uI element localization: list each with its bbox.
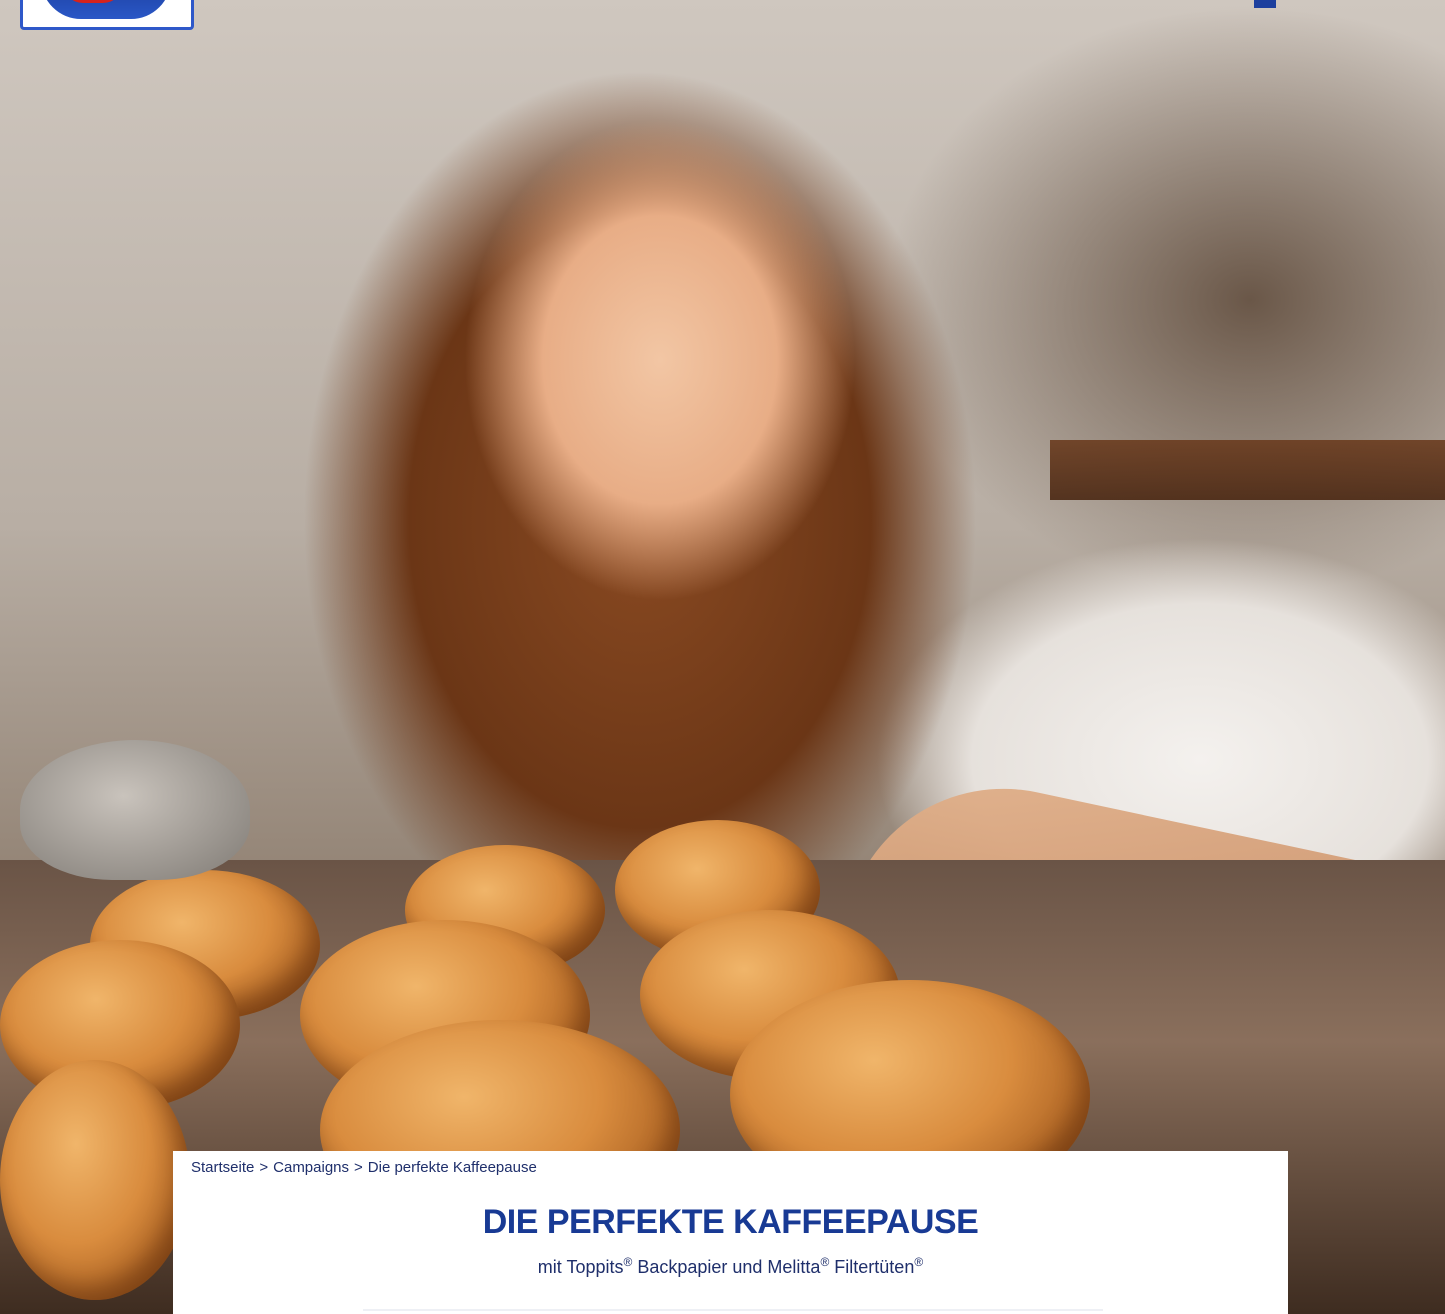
registered-mark: ®: [914, 1255, 924, 1269]
subtitle-middle: Backpapier und Melitta: [632, 1257, 821, 1277]
page: Startseite > Campaigns > Die perfekte Kaffee…: [0, 0, 1445, 1314]
subtitle-prefix: mit Toppits: [537, 1257, 624, 1277]
header-edge-element: [1254, 0, 1276, 8]
croissant: [0, 1060, 190, 1300]
breadcrumb-separator: >: [259, 1159, 269, 1176]
brand-logo[interactable]: [20, 0, 194, 30]
hero-image: [0, 0, 1445, 1314]
logo-mark-icon: [41, 0, 171, 19]
page-title: DIE PERFEKTE KAFFEEPAUSE: [482, 1203, 979, 1241]
breadcrumb-item-campaigns[interactable]: Campaigns: [273, 1159, 349, 1176]
registered-mark: ®: [820, 1255, 830, 1269]
breadcrumb-item-current: Die perfekte Kaffeepause: [367, 1159, 537, 1176]
hero-shelf-detail: [1050, 440, 1445, 500]
content-divider: [363, 1309, 1103, 1311]
subtitle-middle-2: Filtertüten: [829, 1257, 915, 1277]
intro-card: Startseite > Campaigns > Die perfekte Kaffee…: [173, 1151, 1288, 1314]
page-subtitle: mit Toppits® Backpapier und Melitta® Fil…: [173, 1255, 1288, 1278]
breadcrumb-item-startseite[interactable]: Startseite: [191, 1159, 254, 1176]
breadcrumb: Startseite > Campaigns > Die perfekte Kaffee…: [191, 1159, 537, 1176]
oven-mitt-detail: [20, 740, 250, 880]
breadcrumb-separator: >: [354, 1159, 363, 1176]
